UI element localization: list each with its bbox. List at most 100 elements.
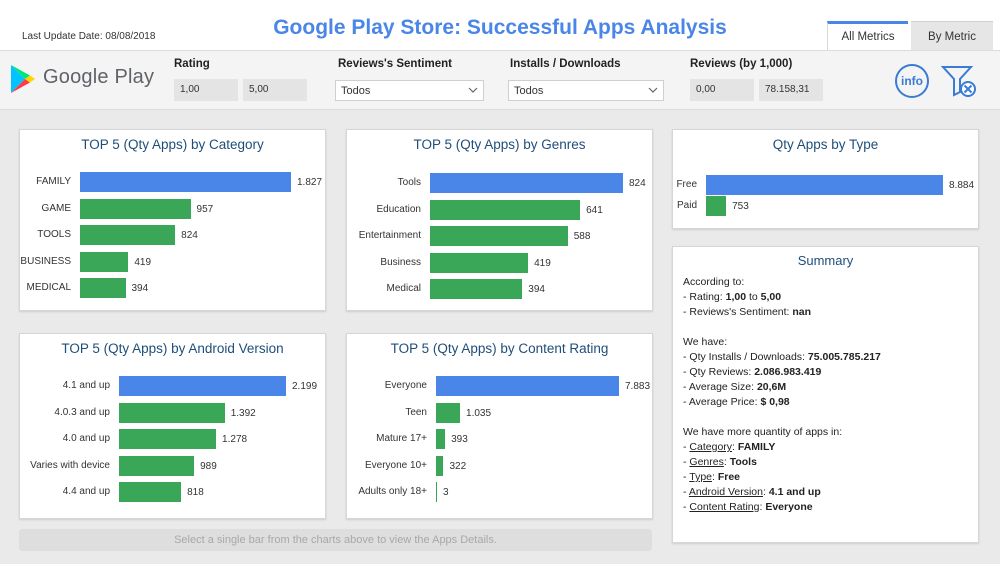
chart-bar[interactable] (119, 455, 195, 476)
summary-rating-max: 5,00 (760, 291, 782, 303)
bar-value: 1.827 (297, 177, 323, 188)
summary-reviews-value: 2.086.983.419 (754, 366, 822, 378)
chart-bar[interactable] (119, 402, 225, 423)
summary-reviews: - Qty Reviews: 2.086.983.419 (683, 366, 821, 378)
bar-label: Everyone (384, 380, 427, 391)
summary-card: Summary According to: - Rating: 1,00 to … (672, 246, 979, 543)
summary-type-key: Type (689, 471, 712, 483)
summary-price: - Average Price: $ 0,98 (683, 396, 790, 408)
chart-bar[interactable] (80, 225, 176, 245)
tab-all-metrics[interactable]: All Metrics (827, 21, 908, 50)
summary-content-value: Everyone (765, 501, 813, 513)
chart-bar[interactable] (119, 482, 182, 502)
summary-top-content: - Content Rating: Everyone (683, 501, 813, 513)
apps-details-hint: Select a single bar from the charts abov… (19, 529, 652, 551)
bar-label: 4.0 and up (62, 433, 110, 444)
rating-max-input[interactable]: 5,00 (243, 79, 307, 101)
summary-price-value: $ 0,98 (760, 396, 790, 408)
summary-rating-label: - Rating: (683, 291, 726, 303)
last-update-label: Last Update Date: 08/08/2018 (22, 31, 156, 42)
bar-value: 394 (528, 284, 545, 295)
summary-rating: - Rating: 1,00 to 5,00 (683, 291, 781, 303)
rating-filter-label: Rating (174, 58, 210, 70)
summary-installs-label: - Qty Installs / Downloads: (683, 351, 808, 363)
bar-label: Tools (397, 177, 421, 188)
installs-filter-label: Installs / Downloads (510, 58, 621, 70)
bar-value: 419 (134, 256, 152, 268)
bar-label: 4.4 and up (62, 486, 110, 497)
content-chart-card: TOP 5 (Qty Apps) by Content Rating Every… (346, 333, 653, 519)
google-play-logo-text: Google Play (43, 66, 155, 88)
summary-installs: - Qty Installs / Downloads: 75.005.785.2… (683, 351, 881, 363)
bar-label: 4.0.3 and up (54, 406, 110, 418)
chart-bar[interactable] (436, 455, 444, 476)
summary-installs-value: 75.005.785.217 (807, 351, 881, 363)
summary-top-category: - Category: FAMILY (683, 441, 776, 453)
chart-bar[interactable] (436, 482, 437, 502)
bar-label: 4.1 and up (62, 380, 110, 391)
summary-sentiment-value: nan (792, 306, 812, 318)
chart-bar[interactable] (119, 376, 286, 396)
chart-bar[interactable] (430, 252, 529, 273)
info-button[interactable]: info (895, 64, 929, 98)
bar-value: 3 (443, 487, 449, 498)
summary-top-android: - Android Version: 4.1 and up (683, 486, 821, 498)
bar-label: Adults only 18+ (358, 486, 427, 497)
sentiment-filter-label: Reviews's Sentiment (338, 58, 452, 70)
chart-bar[interactable] (430, 279, 523, 299)
summary-price-label: - Average Price: (683, 396, 761, 408)
bar-label: Medical (386, 283, 421, 294)
summary-android-value: 4.1 and up (768, 486, 821, 498)
sentiment-dropdown[interactable]: Todos (335, 80, 484, 101)
clear-filters-icon[interactable] (940, 64, 978, 98)
bar-label: Entertainment (358, 230, 421, 241)
summary-size-label: - Average Size: (683, 381, 757, 393)
reviews-min-input[interactable]: 0,00 (690, 79, 754, 101)
rating-min-input[interactable]: 1,00 (174, 79, 238, 101)
chart-bar[interactable] (430, 173, 623, 193)
bar-label: Mature 17+ (376, 433, 427, 444)
summary-genres-value: Tools (729, 456, 757, 468)
chart-bar[interactable] (436, 429, 446, 449)
bar-value: 322 (449, 460, 467, 472)
bar-label: BUSINESS (20, 255, 71, 267)
chart-bar[interactable] (80, 198, 191, 219)
genres-chart-title: TOP 5 (Qty Apps) by Genres (413, 137, 586, 152)
bar-value: 641 (586, 204, 603, 216)
chart-bar[interactable] (80, 172, 291, 192)
summary-content-key: Content Rating (689, 501, 760, 513)
chart-bar[interactable] (706, 196, 727, 216)
reviews-max-input[interactable]: 78.158,31 (759, 79, 823, 101)
bar-value: 8.884 (949, 180, 975, 191)
google-play-logo-icon (11, 65, 35, 93)
tab-by-metric[interactable]: By Metric (911, 21, 993, 50)
chart-bar[interactable] (80, 278, 126, 298)
chart-bar[interactable] (119, 429, 217, 449)
category-chart-title: TOP 5 (Qty Apps) by Category (81, 137, 264, 152)
bar-label: Business (380, 256, 421, 268)
summary-sentiment-label: - Reviews's Sentiment: (683, 306, 793, 318)
reviews-filter-label: Reviews (by 1,000) (690, 58, 793, 70)
summary-genres-key: Genres (689, 456, 724, 468)
summary-rating-min: 1,00 (725, 291, 747, 303)
android-chart-card: TOP 5 (Qty Apps) by Android Version 4.1 … (19, 333, 326, 519)
installs-dropdown[interactable]: Todos (508, 80, 664, 101)
bar-value: 394 (131, 283, 149, 294)
summary-sentiment: - Reviews's Sentiment: nan (683, 306, 811, 318)
chart-bar[interactable] (436, 402, 461, 423)
chart-bar[interactable] (430, 226, 568, 246)
bar-value: 753 (732, 201, 749, 212)
chart-bar[interactable] (706, 175, 943, 195)
chart-bar[interactable] (430, 199, 581, 220)
bar-value: 1.035 (466, 407, 492, 419)
summary-android-key: Android Version (688, 486, 763, 498)
chart-bar[interactable] (80, 251, 129, 272)
bar-value: 957 (196, 203, 214, 215)
chart-bar[interactable] (436, 376, 619, 396)
android-chart-title: TOP 5 (Qty Apps) by Android Version (61, 341, 284, 356)
summary-category-value: FAMILY (737, 441, 776, 453)
genres-chart-card: TOP 5 (Qty Apps) by Genres Tools 824 Educa… (346, 129, 653, 311)
bar-label: Varies with device (30, 459, 110, 471)
bar-value: 7.883 (625, 381, 651, 392)
bar-label: Everyone 10+ (365, 459, 427, 471)
